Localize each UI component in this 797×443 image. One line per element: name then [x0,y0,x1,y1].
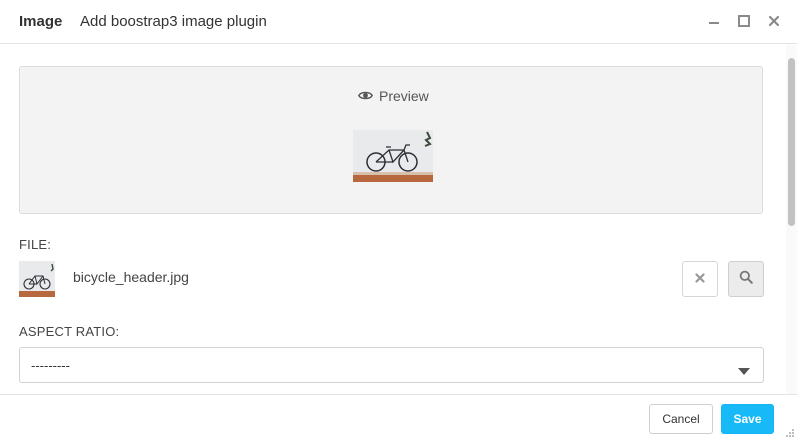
preview-panel: Preview [19,66,763,214]
dialog-subtitle: Add boostrap3 image plugin [80,13,267,30]
close-icon [695,270,705,288]
aspect-ratio-value: --------- [31,358,70,373]
image-plugin-dialog: Image Add boostrap3 image plugin Preview [0,0,797,442]
scrollbar[interactable] [786,45,797,394]
file-label: FILE: [19,237,52,252]
file-thumbnail [19,261,55,297]
caret-down-icon [738,362,750,380]
dialog-header: Image Add boostrap3 image plugin [0,0,797,44]
dialog-body: Preview FILE: bicycle_header.jpg ASPECT … [0,45,786,394]
cancel-button[interactable]: Cancel [649,404,713,434]
browse-file-button[interactable] [728,261,764,297]
close-icon[interactable] [766,13,782,29]
maximize-icon[interactable] [736,13,752,29]
file-name: bicycle_header.jpg [73,269,189,285]
eye-icon [358,88,373,104]
scrollbar-thumb[interactable] [788,58,795,226]
aspect-ratio-label: ASPECT RATIO: [19,324,120,339]
minimize-icon[interactable] [706,13,722,29]
preview-heading: Preview [358,88,429,104]
preview-label: Preview [379,88,429,104]
dialog-footer: Cancel Save [0,394,797,442]
remove-file-button[interactable] [682,261,718,297]
search-icon [739,270,753,289]
save-button[interactable]: Save [721,404,774,434]
dialog-title: Image [19,13,63,30]
preview-image [353,130,433,182]
aspect-ratio-select[interactable]: --------- [19,347,764,383]
resize-handle-icon[interactable] [783,425,795,437]
